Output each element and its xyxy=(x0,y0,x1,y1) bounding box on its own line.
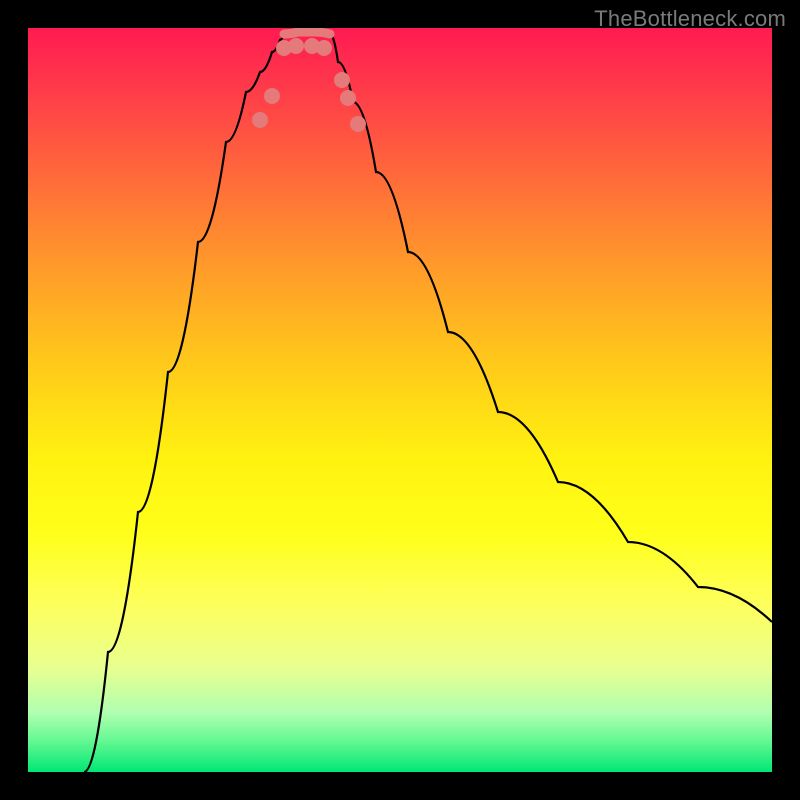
left-marker-1 xyxy=(252,112,268,128)
chart-svg xyxy=(28,28,772,772)
right-curve xyxy=(330,34,772,622)
trough-marker-4 xyxy=(316,40,332,56)
left-marker-2 xyxy=(264,88,280,104)
left-curve xyxy=(84,34,284,772)
trough-marker-2 xyxy=(288,38,304,54)
right-marker-1 xyxy=(334,72,350,88)
watermark-text: TheBottleneck.com xyxy=(594,6,786,32)
trough-segment xyxy=(284,32,330,34)
right-marker-3 xyxy=(350,116,366,132)
right-marker-2 xyxy=(340,90,356,106)
